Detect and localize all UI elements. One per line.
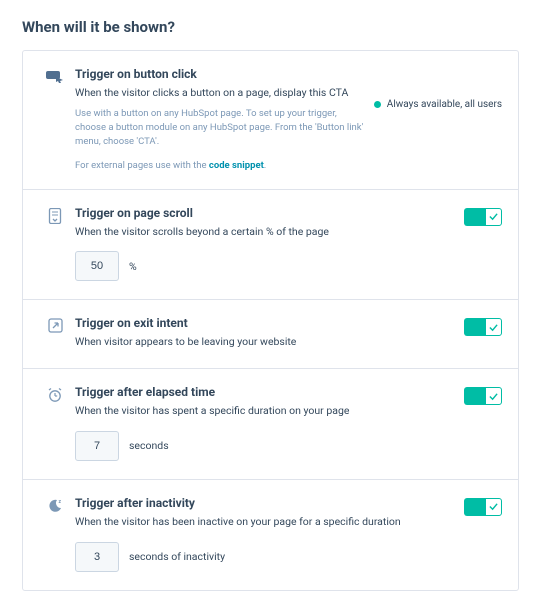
trigger-title: Trigger on button click bbox=[75, 67, 364, 81]
trigger-hint: Use with a button on any HubSpot page. T… bbox=[75, 107, 364, 150]
code-snippet-link[interactable]: code snippet bbox=[209, 160, 264, 171]
elapsed-time-icon bbox=[47, 387, 63, 403]
trigger-title: Trigger on exit intent bbox=[75, 316, 454, 330]
section-button-click: Trigger on button click When the visitor… bbox=[23, 51, 518, 190]
svg-text:z: z bbox=[59, 499, 62, 505]
triggers-panel: Trigger on button click When the visitor… bbox=[22, 50, 519, 591]
inactivity-unit-label: seconds of inactivity bbox=[129, 550, 225, 563]
toggle-inactivity[interactable] bbox=[464, 498, 502, 516]
toggle-page-scroll[interactable] bbox=[464, 208, 502, 226]
section-elapsed-time: Trigger after elapsed time When the visi… bbox=[23, 369, 518, 480]
availability-indicator: Always available, all users bbox=[374, 99, 502, 110]
toggle-elapsed-time[interactable] bbox=[464, 387, 502, 405]
trigger-desc: When the visitor has been inactive on yo… bbox=[75, 514, 454, 530]
section-page-scroll: Trigger on page scroll When the visitor … bbox=[23, 190, 518, 301]
status-dot-icon bbox=[374, 101, 381, 108]
trigger-desc: When the visitor scrolls beyond a certai… bbox=[75, 224, 454, 240]
inactivity-icon: z bbox=[47, 498, 63, 514]
elapsed-time-unit-label: seconds bbox=[129, 439, 169, 452]
trigger-desc: When the visitor clicks a button on a pa… bbox=[75, 85, 364, 101]
toggle-exit-intent[interactable] bbox=[464, 318, 502, 336]
availability-label: Always available, all users bbox=[387, 99, 502, 110]
trigger-title: Trigger after elapsed time bbox=[75, 385, 454, 399]
page-title: When will it be shown? bbox=[22, 18, 519, 36]
scroll-percent-input[interactable] bbox=[75, 251, 119, 281]
trigger-desc: When the visitor has spent a specific du… bbox=[75, 403, 454, 419]
button-click-icon bbox=[46, 69, 64, 83]
scroll-unit-label: % bbox=[129, 260, 137, 273]
section-inactivity: z Trigger after inactivity When the visi… bbox=[23, 480, 518, 590]
elapsed-time-input[interactable] bbox=[75, 431, 119, 461]
trigger-desc: When visitor appears to be leaving your … bbox=[75, 334, 454, 350]
inactivity-input[interactable] bbox=[75, 542, 119, 572]
exit-intent-icon bbox=[48, 318, 63, 333]
trigger-title: Trigger after inactivity bbox=[75, 496, 454, 510]
section-exit-intent: Trigger on exit intent When visitor appe… bbox=[23, 300, 518, 369]
trigger-external-note: For external pages use with the code sni… bbox=[75, 160, 364, 171]
trigger-title: Trigger on page scroll bbox=[75, 206, 454, 220]
page-scroll-icon bbox=[48, 208, 62, 224]
